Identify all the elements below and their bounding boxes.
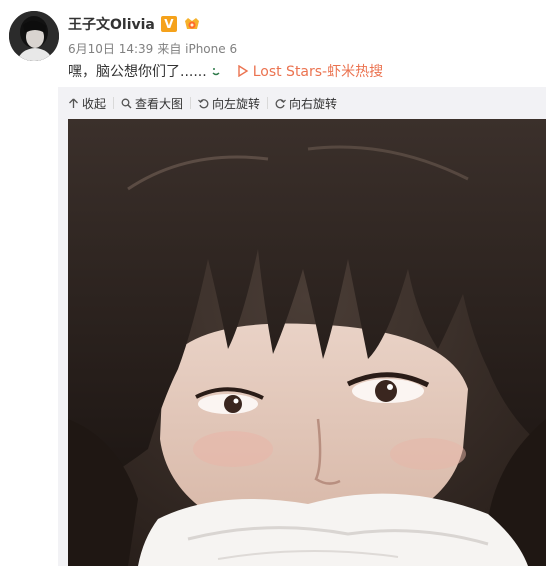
weibo-post: 王子文Olivia V 6月10日 14:39 来自 iPhone 6 嘿，脑公… [0,0,546,566]
toolbar-divider [190,97,192,109]
post-meta: 6月10日 14:39 来自 iPhone 6 [68,40,237,57]
rotate-right-button[interactable]: 向右旋转 [275,95,337,112]
music-link[interactable]: Lost Stars-虾米热搜 [237,61,383,81]
rotate-left-button[interactable]: 向左旋转 [198,95,260,112]
view-large-label: 查看大图 [135,96,184,111]
author-name[interactable]: 王子文Olivia [68,14,155,34]
rotate-right-icon [275,98,286,108]
collapse-label: 收起 [82,96,107,111]
vip-icon[interactable] [183,16,201,32]
rotate-right-label: 向右旋转 [289,96,338,111]
post-text: 嘿，脑公想你们了...... [68,64,207,80]
rotate-left-icon [198,98,209,108]
emoji-icon [212,68,220,76]
toolbar-divider [113,97,115,109]
post-content: 嘿，脑公想你们了...... Lost Stars-虾米热搜 [68,61,383,81]
verified-icon[interactable]: V [160,16,177,32]
music-link-label: Lost Stars-虾米热搜 [252,64,384,80]
rotate-left-label: 向左旋转 [212,96,261,111]
author-line: 王子文Olivia V [68,14,201,34]
toolbar-divider [267,97,269,109]
image-toolbar: 收起 查看大图 向左旋转 向右旋转 [68,95,337,111]
play-icon [238,65,249,77]
post-source[interactable]: 来自 iPhone 6 [157,40,237,57]
media-box: 收起 查看大图 向左旋转 向右旋转 [58,87,546,566]
post-photo[interactable] [68,119,546,566]
avatar[interactable] [9,11,59,61]
view-large-button[interactable]: 查看大图 [121,95,183,112]
magnifier-icon [121,98,132,108]
post-date[interactable]: 6月10日 14:39 [68,40,153,57]
collapse-button[interactable]: 收起 [68,95,106,112]
collapse-icon [69,98,78,108]
